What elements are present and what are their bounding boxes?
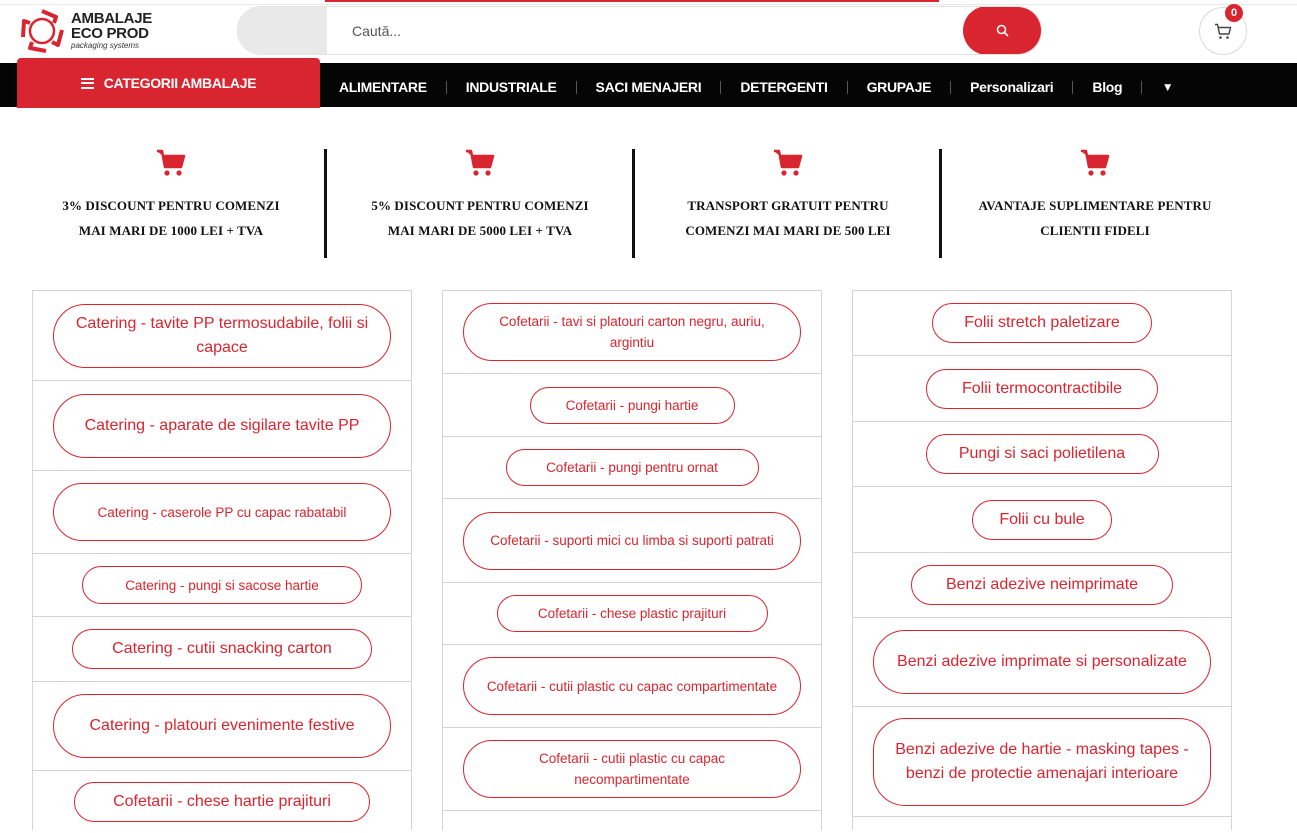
category-link[interactable]: Cofetarii - chese plastic prajituri: [496, 595, 768, 632]
list-item: Cofetarii - tavi si platouri carton negr…: [443, 291, 821, 374]
feature-text: AVANTAJE SUPLIMENTARE PENTRU CLIENTII FID…: [978, 198, 1212, 238]
list-item: Cofetarii - pungi pentru ornat: [443, 437, 821, 499]
search-bar: [237, 6, 1042, 55]
search-icon: [996, 24, 1009, 37]
categories-button[interactable]: CATEGORII AMBALAJE: [17, 58, 320, 108]
category-link[interactable]: Cofetarii - cutii plastic cu capac necom…: [463, 740, 801, 798]
list-item: Benzi adezive imprimate si personalizate: [853, 618, 1231, 707]
cart-button[interactable]: 0: [1199, 4, 1247, 55]
feature-discount-3: 3% DISCOUNT PENTRU COMENZI MAI MARI DE 10…: [17, 149, 325, 258]
category-link[interactable]: Cofetarii - cutii plastic cu capac compa…: [463, 657, 801, 715]
list-item: Cofetarii - chese hartie prajituri: [33, 771, 411, 833]
list-item: Benzi adezive de hartie - masking tapes …: [853, 707, 1231, 817]
nav-item-blog[interactable]: Blog: [1073, 79, 1141, 95]
nav-item-industriale[interactable]: INDUSTRIALE: [447, 79, 576, 95]
list-item: Cofetarii - chese plastic prajituri: [443, 583, 821, 645]
category-link[interactable]: Pungi si saci polietilena: [925, 434, 1159, 474]
category-link[interactable]: Catering - cutii snacking carton: [72, 629, 372, 669]
category-link[interactable]: Folii stretch paletizare: [932, 303, 1152, 343]
list-item: Cofetarii - cutii plastic cu capac necom…: [443, 728, 821, 811]
logo-icon: [21, 9, 64, 53]
category-link[interactable]: Cofetarii - chese hartie prajituri: [74, 782, 370, 822]
nav-item-personalizari[interactable]: Personalizari: [951, 79, 1072, 95]
list-item: Benzi adezive neimprimate: [853, 553, 1231, 618]
category-link[interactable]: Catering - aparate de sigilare tavite PP: [53, 393, 391, 458]
category-link[interactable]: Benzi adezive de hartie - masking tapes …: [873, 717, 1211, 806]
category-link[interactable]: Catering - tavite PP termosudabile, foli…: [53, 303, 391, 368]
top-accent-line: [325, 0, 939, 2]
search-input[interactable]: [338, 7, 958, 54]
nav-menu: ALIMENTARE INDUSTRIALE SACI MENAJERI DET…: [320, 63, 1171, 107]
category-link[interactable]: Benzi adezive neimprimate: [911, 565, 1173, 605]
list-item: Folii stretch paletizare: [853, 291, 1231, 356]
category-link[interactable]: Catering - platouri evenimente festive: [53, 694, 391, 758]
list-item: Cofetarii - suporti mici cu limba si sup…: [443, 499, 821, 583]
category-link[interactable]: Benzi adezive imprimate si personalizate: [873, 630, 1211, 694]
feature-text: 3% DISCOUNT PENTRU COMENZI MAI MARI DE 10…: [62, 198, 280, 238]
category-column-cofetarii: Cofetarii - tavi si platouri carton negr…: [442, 290, 822, 830]
brand-tagline: packaging systems: [71, 41, 140, 50]
category-link[interactable]: Cofetarii - suporti mici cu limba si sup…: [463, 511, 801, 570]
list-item: Catering - tavite PP termosudabile, foli…: [33, 291, 411, 381]
list-item: Catering - aparate de sigilare tavite PP: [33, 381, 411, 471]
cart-icon: [1215, 23, 1232, 39]
chevron-down-icon[interactable]: ▼: [1142, 83, 1171, 93]
feature-loyal-clients: AVANTAJE SUPLIMENTARE PENTRU CLIENTII FID…: [941, 149, 1249, 258]
category-link[interactable]: Cofetarii - pungi pentru ornat: [505, 449, 759, 486]
list-item: Folii cu bule: [853, 487, 1231, 553]
list-item: Pungi si saci polietilena: [853, 422, 1231, 487]
categories-label: CATEGORII AMBALAJE: [103, 75, 257, 91]
cart-icon: [326, 149, 634, 179]
feature-text: TRANSPORT GRATUIT PENTRU COMENZI MAI MARI…: [685, 198, 891, 238]
top-border: [0, 0, 1297, 5]
list-item: Catering - cutii snacking carton: [33, 617, 411, 682]
category-column-industrial: Folii stretch paletizare Folii termocont…: [852, 290, 1232, 830]
nav-item-saci-menajeri[interactable]: SACI MENAJERI: [577, 79, 721, 95]
list-item: Folii termocontractibile: [853, 356, 1231, 422]
feature-text: 5% DISCOUNT PENTRU COMENZI MAI MARI DE 50…: [371, 198, 589, 238]
category-link[interactable]: Catering - pungi si sacose hartie: [82, 566, 362, 604]
category-link[interactable]: Cofetarii - tavi si platouri carton negr…: [463, 303, 801, 361]
nav-item-detergenti[interactable]: DETERGENTI: [721, 79, 846, 95]
category-column-catering: Catering - tavite PP termosudabile, foli…: [32, 290, 412, 830]
cart-icon: [17, 149, 325, 179]
category-link[interactable]: Catering - caserole PP cu capac rabatabi…: [53, 483, 391, 541]
list-item: Cofetarii - pungi hartie: [443, 374, 821, 437]
category-link[interactable]: Folii cu bule: [972, 499, 1112, 540]
category-link[interactable]: Folii termocontractibile: [926, 368, 1158, 409]
brand-line2: ECO PROD: [71, 25, 149, 42]
feature-discount-5: 5% DISCOUNT PENTRU COMENZI MAI MARI DE 50…: [326, 149, 634, 258]
search-category-select[interactable]: [238, 7, 327, 54]
category-link[interactable]: Cofetarii - pungi hartie: [529, 386, 735, 424]
feature-free-transport: TRANSPORT GRATUIT PENTRU COMENZI MAI MARI…: [634, 149, 942, 258]
cart-icon: [634, 149, 942, 179]
logo[interactable]: AMBALAJE ECO PROD packaging systems: [18, 8, 178, 54]
cart-count-badge: 0: [1225, 4, 1243, 22]
list-item: Cofetarii - cutii plastic cu capac compa…: [443, 645, 821, 728]
hamburger-icon: [80, 75, 94, 91]
list-item: Catering - caserole PP cu capac rabatabi…: [33, 471, 411, 554]
nav-item-alimentare[interactable]: ALIMENTARE: [320, 79, 446, 95]
search-button[interactable]: [963, 7, 1041, 54]
list-item: Catering - platouri evenimente festive: [33, 682, 411, 771]
list-item: Catering - pungi si sacose hartie: [33, 554, 411, 617]
cart-icon: [941, 149, 1249, 179]
nav-item-grupaje[interactable]: GRUPAJE: [848, 79, 951, 95]
